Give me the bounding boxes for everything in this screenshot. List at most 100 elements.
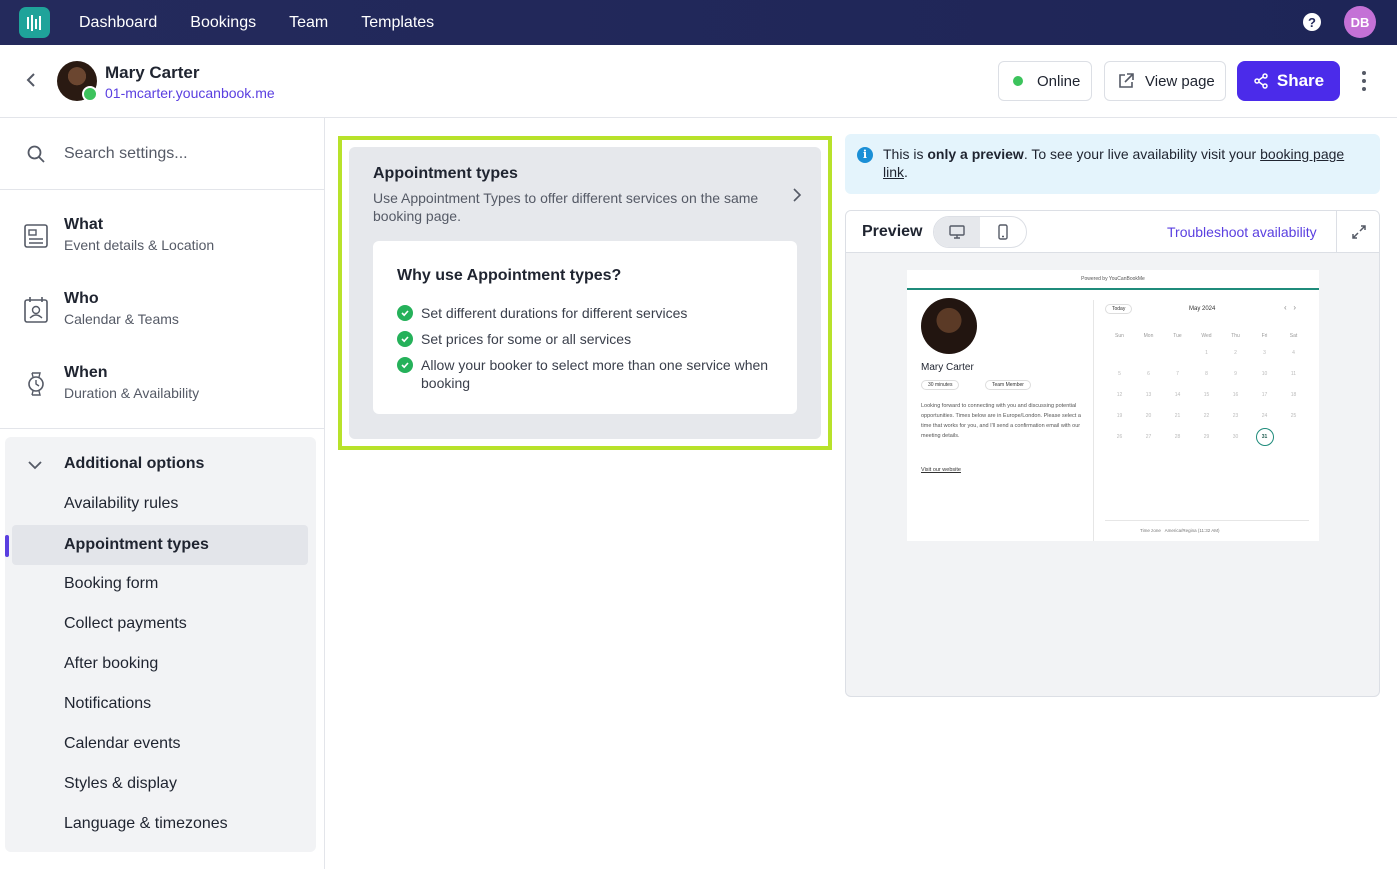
sidebar-item-label: Appointment types	[64, 536, 209, 553]
sidebar-item-appointment-types[interactable]: Appointment types	[5, 525, 308, 565]
visit-website-link: Visit our website	[921, 467, 961, 473]
preview-separator	[1093, 300, 1094, 541]
booking-page-link[interactable]: 01-mcarter.youcanbook.me	[105, 85, 275, 101]
nav-bookings[interactable]: Bookings	[190, 14, 256, 32]
calendar-day: 7	[1176, 370, 1179, 377]
mobile-icon	[998, 224, 1008, 240]
calendar-day: 15	[1203, 391, 1210, 398]
sidebar-item-collect-payments[interactable]: Collect payments	[64, 615, 187, 633]
sidebar-section-who[interactable]: Who Calendar & Teams	[0, 280, 324, 354]
search-icon	[27, 145, 45, 163]
notice-text-pre: This is	[883, 146, 928, 162]
calendar-day: 29	[1203, 433, 1210, 440]
additional-options-panel: Additional options Availability rules Ap…	[5, 437, 316, 852]
online-status-button[interactable]: Online	[998, 61, 1092, 101]
sidebar-section-what[interactable]: What Event details & Location	[0, 206, 324, 280]
weekday-label: Thu	[1231, 333, 1240, 339]
weekday-label: Fri	[1261, 333, 1268, 339]
chevron-right-icon[interactable]	[791, 187, 803, 203]
benefit-item: Set prices for some or all services	[397, 330, 777, 348]
sidebar-section-when[interactable]: When Duration & Availability	[0, 354, 324, 428]
calendar-day: 26	[1116, 433, 1123, 440]
contact-card-icon	[24, 297, 48, 323]
share-button[interactable]: Share	[1237, 61, 1340, 101]
app-logo-icon[interactable]	[19, 7, 50, 38]
calendar-day: 25	[1290, 412, 1297, 419]
calendar-day: 12	[1116, 391, 1123, 398]
calendar-day: 8	[1205, 370, 1208, 377]
calendar-day: 23	[1232, 412, 1239, 419]
card-title: Appointment types	[373, 165, 518, 182]
weekday-label: Wed	[1201, 333, 1212, 339]
calendar-day: 16	[1232, 391, 1239, 398]
view-page-button[interactable]: View page	[1104, 61, 1226, 101]
calendar-day: 14	[1174, 391, 1181, 398]
nav-dashboard[interactable]: Dashboard	[79, 14, 157, 32]
settings-search[interactable]: Search settings...	[0, 118, 324, 190]
calendar-empty-cell	[1105, 342, 1134, 363]
weekday-label: Mon	[1143, 333, 1154, 339]
section-title: When	[64, 364, 108, 381]
share-label: Share	[1276, 71, 1325, 90]
calendar-day: 11	[1290, 370, 1297, 377]
troubleshoot-availability-link[interactable]: Troubleshoot availability	[1167, 224, 1317, 240]
calendar-day: 28	[1174, 433, 1181, 440]
weekday-label: Sun	[1115, 333, 1124, 339]
calendar-day: 19	[1116, 412, 1123, 419]
preview-name: Mary Carter	[921, 362, 974, 373]
nav-templates[interactable]: Templates	[361, 14, 434, 32]
expand-preview-button[interactable]	[1336, 211, 1379, 253]
sidebar-item-calendar-events[interactable]: Calendar events	[64, 735, 181, 753]
calendar-day: 1	[1205, 349, 1208, 356]
calendar-empty-cell	[1163, 342, 1192, 363]
booking-page-preview: Powered by YouCanBookMe Mary Carter 30 m…	[907, 270, 1319, 541]
notice-text-end: .	[904, 164, 908, 180]
sidebar-item-notifications[interactable]: Notifications	[64, 695, 151, 713]
additional-options-heading[interactable]: Additional options	[64, 455, 204, 473]
section-title: What	[64, 216, 104, 233]
weekday-label: Tue	[1173, 333, 1182, 339]
check-circle-icon	[397, 331, 413, 347]
sidebar-item-after-booking[interactable]: After booking	[64, 655, 158, 673]
nav-team[interactable]: Team	[289, 14, 328, 32]
sidebar-item-language-timezones[interactable]: Language & timezones	[64, 815, 228, 833]
user-avatar[interactable]: DB	[1344, 6, 1376, 38]
check-circle-icon	[397, 305, 413, 321]
why-use-box: Why use Appointment types? Set different…	[373, 241, 797, 414]
document-icon	[24, 224, 48, 248]
calendar-day: 10	[1261, 370, 1268, 377]
desktop-view-button[interactable]	[934, 217, 980, 247]
sidebar-item-styles-display[interactable]: Styles & display	[64, 775, 177, 793]
sidebar-item-availability-rules[interactable]: Availability rules	[64, 495, 178, 513]
timezone-label: Time zone America/Regina (11:32 AM)	[1140, 528, 1220, 533]
calendar-month: May 2024	[1189, 306, 1216, 312]
chevron-down-icon[interactable]	[27, 457, 43, 473]
section-title: Who	[64, 290, 99, 307]
mobile-view-button[interactable]	[980, 217, 1026, 247]
benefit-item: Set different durations for different se…	[397, 304, 777, 322]
device-toggle	[933, 216, 1027, 248]
calendar-day: 30	[1232, 433, 1239, 440]
sidebar-item-booking-form[interactable]: Booking form	[64, 575, 158, 593]
search-input[interactable]: Search settings...	[64, 145, 188, 163]
profile-name: Mary Carter	[105, 63, 200, 82]
more-options-icon[interactable]	[1358, 71, 1370, 91]
benefit-item: Allow your booker to select more than on…	[397, 356, 777, 392]
notice-text-bold: only a preview	[927, 146, 1024, 162]
active-indicator	[5, 535, 9, 557]
online-dot-icon	[1013, 76, 1023, 86]
info-icon: i	[857, 147, 873, 163]
calendar-day: 18	[1290, 391, 1297, 398]
watch-icon	[28, 372, 44, 396]
question-circle-icon[interactable]: ?	[1303, 13, 1321, 31]
month-nav-icon: ‹ ›	[1284, 303, 1296, 312]
section-subtitle: Event details & Location	[64, 237, 215, 253]
weekday-label: Sat	[1289, 333, 1298, 339]
selected-day: 31	[1255, 427, 1274, 446]
appointment-types-card[interactable]: Appointment types Use Appointment Types …	[349, 147, 821, 439]
settings-sidebar: Search settings... What Event details & …	[0, 118, 325, 869]
calendar-empty-cell	[1134, 342, 1163, 363]
preview-title: Preview	[862, 223, 923, 240]
back-arrow-icon[interactable]	[20, 69, 42, 91]
team-chip: Team Member	[985, 380, 1031, 390]
